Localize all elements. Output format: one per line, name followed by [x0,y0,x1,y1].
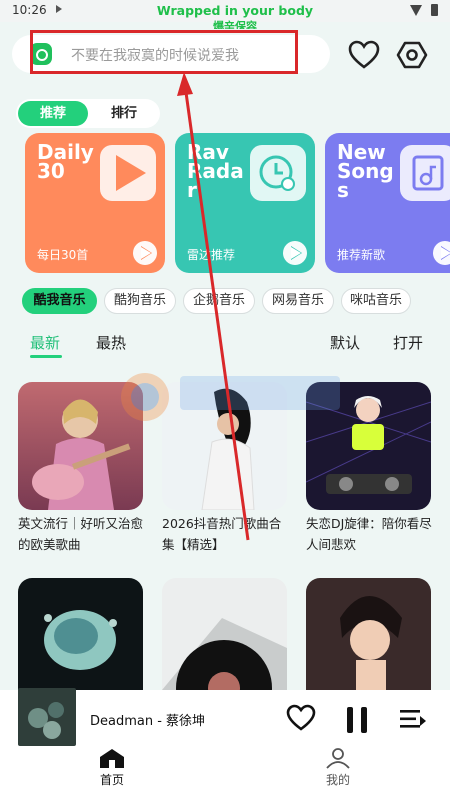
nav-home-label: 首页 [99,773,124,787]
now-playing-title[interactable]: Deadman - 蔡徐坤 [90,710,205,729]
user-icon [326,748,350,769]
nav-home[interactable]: 首页 [86,745,138,791]
annotation-arrow [177,72,250,541]
nav-mine-label: 我的 [325,773,350,787]
nav-mine[interactable]: 我的 [312,745,364,791]
playlist-queue-icon[interactable] [398,707,428,731]
mini-player[interactable]: Deadman - 蔡徐坤 [0,688,450,800]
pause-icon[interactable] [342,705,372,735]
now-playing-cover[interactable] [18,688,76,746]
like-heart-icon[interactable] [286,704,316,732]
home-icon [100,749,124,768]
